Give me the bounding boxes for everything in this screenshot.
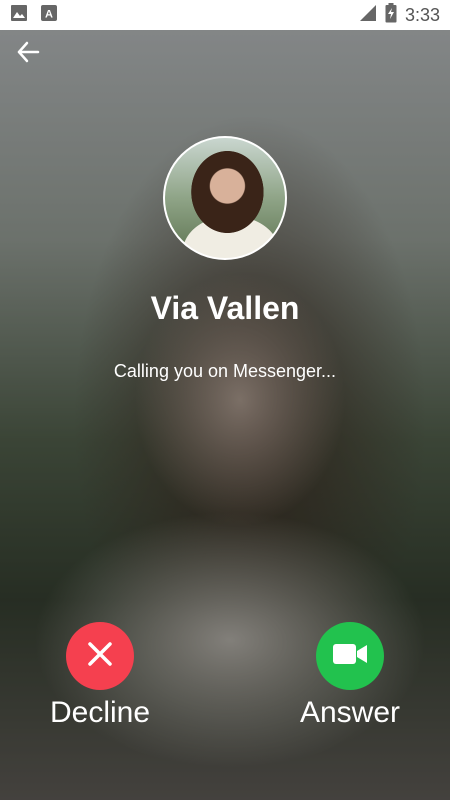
signal-icon [359,4,377,27]
caller-avatar-photo [165,138,285,258]
font-icon: A [40,4,58,27]
answer-action: Answer [290,622,410,730]
answer-label: Answer [299,696,401,729]
answer-button[interactable] [316,622,384,690]
status-time: 3:33 [404,4,440,25]
video-camera-icon [332,641,368,672]
caller-name: Via Vallen [150,290,300,326]
decline-action: Decline [40,622,160,730]
call-status-text: Calling you on Messenger... [113,361,337,381]
status-bar: A 3:33 [0,0,450,30]
svg-text:A: A [45,8,53,20]
image-icon [10,4,28,27]
caller-avatar [163,136,287,260]
close-icon [85,639,115,674]
status-bar-left: A [10,4,58,27]
decline-label: Decline [49,696,151,729]
back-arrow-icon [15,39,41,70]
incoming-call-screen: A 3:33 Via Vallen Calling you on Messeng… [0,0,450,800]
battery-icon [385,2,397,28]
status-bar-right: 3:33 [359,2,440,28]
back-button[interactable] [12,38,44,70]
decline-button[interactable] [66,622,134,690]
